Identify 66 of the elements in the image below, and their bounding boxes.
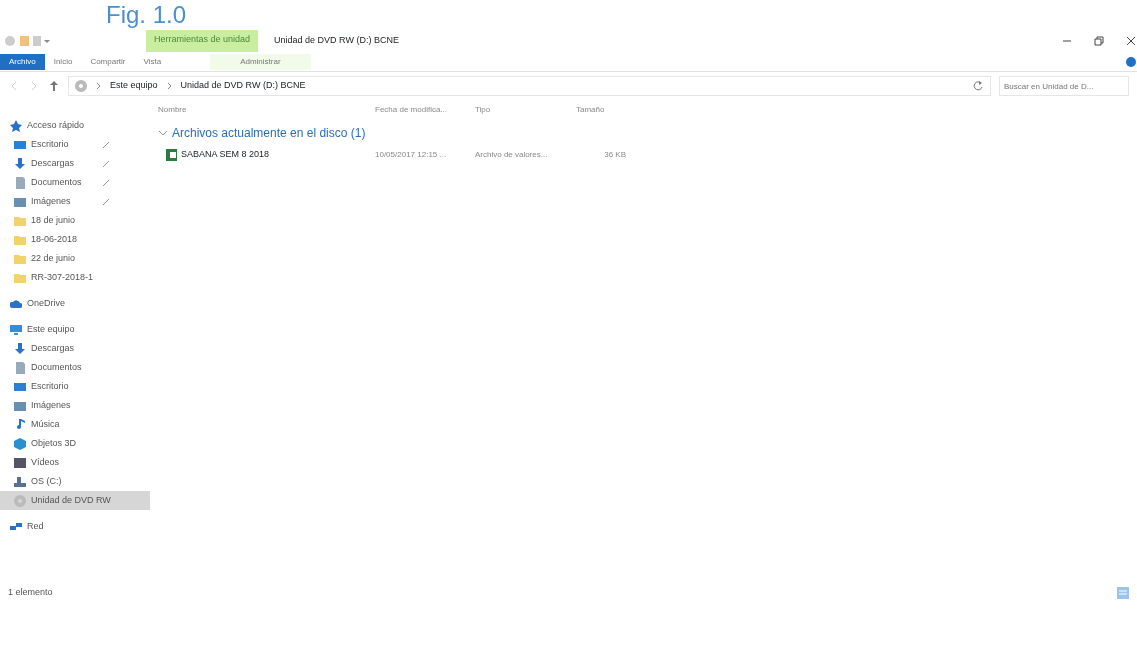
search-field[interactable]: Buscar en Unidad de D...: [999, 76, 1129, 96]
sidebar-item[interactable]: Documentos: [0, 358, 150, 377]
figure-label: Fig. 1.0: [106, 0, 188, 30]
file-name[interactable]: SABANA SEM 8 2018: [181, 148, 270, 162]
spreadsheet-icon: [166, 149, 177, 161]
chevron-icon[interactable]: [158, 128, 168, 138]
column-header[interactable]: Fecha de modifica...: [375, 100, 475, 124]
sidebar-item[interactable]: Acceso rápido: [0, 116, 150, 135]
context-tab-header: Herramientas de unidad: [146, 30, 259, 52]
document-icon: [14, 176, 26, 189]
chevron-right-icon[interactable]: [165, 82, 173, 90]
download-icon: [14, 157, 26, 170]
folder-icon: [14, 214, 26, 227]
breadcrumb[interactable]: Este equipo: [110, 79, 158, 93]
breadcrumb[interactable]: Unidad de DVD RW (D:) BCNE: [180, 79, 306, 93]
music-note-icon: [14, 418, 26, 431]
sidebar-item[interactable]: 18-06-2018: [0, 230, 150, 249]
folder-icon: [14, 233, 26, 246]
chevron-right-icon[interactable]: [95, 82, 102, 90]
sidebar-item[interactable]: Imágenes: [0, 192, 150, 211]
cloud-icon: [10, 297, 22, 310]
ribbon-tab[interactable]: Inicio: [44, 53, 82, 70]
document-icon: [14, 361, 26, 374]
sidebar-item[interactable]: 18 de junio: [0, 211, 150, 230]
quick-access-toolbar-icon[interactable]: [4, 34, 52, 48]
ribbon-tab[interactable]: Compartir: [81, 53, 135, 70]
column-header[interactable]: Nombre: [158, 100, 375, 124]
cube-icon: [14, 437, 26, 450]
sidebar-item[interactable]: Unidad de DVD RW: [0, 491, 150, 510]
ribbon-tab[interactable]: Archivo: [0, 53, 45, 70]
up-arrow-icon[interactable]: [48, 80, 60, 92]
sidebar-item[interactable]: OneDrive: [0, 294, 150, 313]
table-cell-text: 36 KB: [603, 149, 627, 161]
window-title: Unidad de DVD RW (D:) BCNE: [274, 34, 399, 48]
sidebar-item[interactable]: OS (C:): [0, 472, 150, 491]
ribbon-tab[interactable]: Administrar: [210, 53, 311, 70]
sidebar-item[interactable]: Escritorio: [0, 135, 150, 154]
sidebar-item[interactable]: Descargas: [0, 339, 150, 358]
help-icon[interactable]: [1125, 55, 1137, 68]
folder-icon: [14, 271, 26, 284]
status-text: 1 elemento: [8, 586, 53, 600]
column-header[interactable]: Tamaño: [576, 100, 656, 124]
table-cell-text: 10/05/2017 12:15 ...: [375, 149, 448, 161]
refresh-icon[interactable]: [972, 80, 984, 92]
sidebar-item[interactable]: Vídeos: [0, 453, 150, 472]
computer-icon: [10, 323, 22, 336]
address-bar[interactable]: Este equipo Unidad de DVD RW (D:) BCNE: [68, 76, 991, 96]
sidebar-item[interactable]: Escritorio: [0, 377, 150, 396]
close-icon[interactable]: [1125, 35, 1137, 47]
column-header[interactable]: Tipo: [475, 100, 576, 124]
sidebar-item[interactable]: Este equipo: [0, 320, 150, 339]
group-header[interactable]: Archivos actualmente en el disco (1): [172, 124, 366, 142]
folder-icon: [14, 252, 26, 265]
ribbon-tab[interactable]: Vista: [134, 53, 171, 70]
sidebar-item[interactable]: Objetos 3D: [0, 434, 150, 453]
sidebar-item[interactable]: RR-307-2018-1: [0, 268, 150, 287]
sidebar-item[interactable]: Descargas: [0, 154, 150, 173]
sidebar-item[interactable]: Documentos: [0, 173, 150, 192]
download-icon: [14, 342, 26, 355]
table-cell-text: Archivo de valores...: [475, 149, 549, 161]
sidebar-item[interactable]: Imágenes: [0, 396, 150, 415]
star-icon: [10, 119, 22, 132]
restore-icon[interactable]: [1093, 35, 1105, 47]
sidebar-item[interactable]: Red: [0, 517, 150, 536]
sidebar-item[interactable]: 22 de junio: [0, 249, 150, 268]
sidebar-item[interactable]: Música: [0, 415, 150, 434]
